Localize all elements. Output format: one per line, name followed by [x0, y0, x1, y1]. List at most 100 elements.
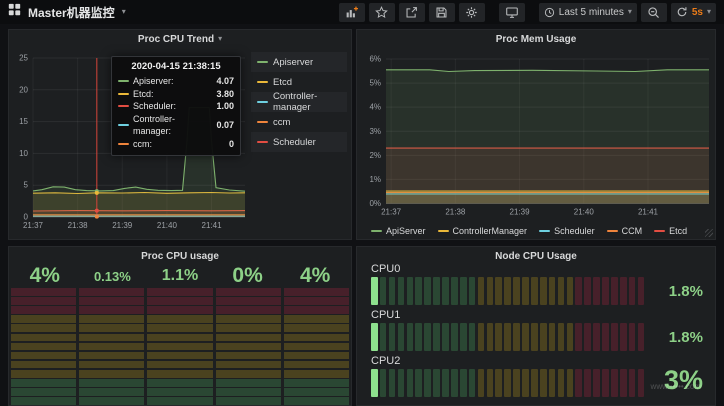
share-button[interactable]: [399, 3, 425, 22]
refresh-interval-label[interactable]: 5s: [692, 7, 703, 18]
cpu-bar-cell: [460, 277, 467, 305]
cpu-bar-cell: [389, 277, 396, 305]
cpu-bar-cell: [638, 323, 645, 351]
cpu-bar-cell: [371, 277, 378, 305]
bar-gauge-cell: [216, 343, 281, 351]
svg-text:0%: 0%: [369, 199, 381, 208]
stat-value: 4%: [11, 264, 79, 288]
bar-gauge-cell: [284, 379, 349, 387]
cpu-bar-gauge[interactable]: [371, 369, 648, 397]
cpu-bar-cell: [522, 323, 529, 351]
bar-gauge-cell: [11, 288, 76, 296]
legend-series-dash: [539, 230, 550, 232]
cpu-bar-cell: [593, 369, 600, 397]
cycle-view-button[interactable]: [499, 3, 525, 22]
proc-mem-usage-chart[interactable]: 21:3721:3821:3921:4021:410%1%2%3%4%5%6%: [357, 48, 715, 220]
bar-gauge-cell: [11, 397, 76, 405]
cpu-bar-cell: [593, 323, 600, 351]
cpu-bar-cell: [398, 369, 405, 397]
legend-item-etcd[interactable]: Etcd: [654, 226, 687, 236]
tooltip-series-value: 1.00: [216, 100, 234, 113]
cpu-bar-cell: [584, 323, 591, 351]
panel-proc-cpu-usage: Proc CPU usage 4%0.13%1.1%0%4%: [8, 246, 352, 406]
bar-gauge-cell: [79, 288, 144, 296]
legend-series-dash: [257, 121, 268, 123]
bar-gauge-cell: [147, 288, 212, 296]
tooltip-series-value: 0: [229, 138, 234, 151]
cpu-bar-cell: [442, 369, 449, 397]
cpu-bar-cell: [451, 323, 458, 351]
cpu-bar-cell: [540, 323, 547, 351]
bar-gauge-cell: [284, 288, 349, 296]
settings-button[interactable]: [459, 3, 485, 22]
cpu-bar-cell: [398, 323, 405, 351]
bar-gauge-cell: [284, 361, 349, 369]
star-button[interactable]: [369, 3, 395, 22]
stat-value: 0.13%: [79, 264, 147, 288]
chevron-down-icon[interactable]: ▾: [122, 8, 126, 16]
cpu-bar-gauge[interactable]: [371, 277, 648, 305]
cpu-bar-cell: [469, 277, 476, 305]
save-button[interactable]: [429, 3, 455, 22]
svg-text:21:37: 21:37: [23, 221, 44, 230]
legend-item-apiserver[interactable]: ApiServer: [371, 226, 426, 236]
cpu-bar-cell: [504, 369, 511, 397]
cpu-bar-cell: [487, 277, 494, 305]
bar-gauge-cell: [11, 370, 76, 378]
refresh-button[interactable]: 5s ▾: [671, 3, 716, 22]
panel-title-proc-cpu-usage[interactable]: Proc CPU usage: [9, 247, 351, 265]
legend-series-dash: [257, 81, 268, 83]
cpu-bar-cell: [487, 369, 494, 397]
cpu-bar-cell: [478, 369, 485, 397]
cpu-bar-cell: [407, 323, 414, 351]
bar-gauge-cell: [216, 288, 281, 296]
cpu-bar-cell: [495, 369, 502, 397]
svg-text:3%: 3%: [369, 127, 381, 136]
tooltip-row: Controller-manager:0.07: [118, 113, 234, 138]
bar-gauge-column: [284, 288, 349, 405]
cpu-value: 1.8%: [669, 329, 703, 346]
cpu-bar-cell: [522, 369, 529, 397]
legend-item-scheduler[interactable]: Scheduler: [251, 132, 347, 152]
bar-gauge-cell: [79, 379, 144, 387]
chevron-down-icon[interactable]: ▾: [707, 8, 711, 16]
bar-gauge-cell: [147, 370, 212, 378]
tooltip-series-dash: [118, 124, 129, 126]
cpu-bar-gauge[interactable]: [371, 323, 648, 351]
cpu-row-cpu1: CPU11.8%: [371, 309, 705, 351]
time-range-button[interactable]: Last 5 minutes ▾: [539, 3, 637, 22]
legend-item-controller-manager[interactable]: Controller-manager: [251, 92, 347, 112]
svg-text:2%: 2%: [369, 151, 381, 160]
panel-title-proc-mem-usage[interactable]: Proc Mem Usage: [357, 30, 715, 48]
svg-text:4%: 4%: [369, 103, 381, 112]
panel-title-proc-cpu-trend[interactable]: Proc CPU Trend ▾: [9, 30, 351, 48]
dashboard-title[interactable]: Master机器监控: [28, 4, 115, 21]
bar-gauge-cell: [79, 370, 144, 378]
cpu-row-cpu0: CPU01.8%: [371, 263, 705, 305]
panel-resize-handle[interactable]: [705, 229, 713, 237]
legend-item-apiserver[interactable]: Apiserver: [251, 52, 347, 72]
legend-item-controllermanager[interactable]: ControllerManager: [438, 226, 528, 236]
add-panel-button[interactable]: [339, 3, 365, 22]
bar-gauge-cell: [11, 352, 76, 360]
tooltip-series-value: 4.07: [216, 75, 234, 88]
bar-gauge-cell: [11, 388, 76, 396]
cpu-value: 3%: [664, 365, 703, 396]
bar-gauge-cell: [79, 343, 144, 351]
svg-text:6%: 6%: [369, 55, 381, 64]
zoom-out-button[interactable]: [641, 3, 667, 22]
legend-series-label: Scheduler: [554, 226, 595, 236]
bar-gauge-cell: [147, 352, 212, 360]
svg-text:21:40: 21:40: [157, 221, 178, 230]
tooltip-series-value: 3.80: [216, 88, 234, 101]
tooltip-series-name: Scheduler:: [133, 100, 212, 113]
bar-gauge-cell: [79, 297, 144, 305]
legend-item-ccm[interactable]: ccm: [251, 112, 347, 132]
legend-item-etcd[interactable]: Etcd: [251, 72, 347, 92]
panel-title-node-cpu-usage[interactable]: Node CPU Usage: [357, 247, 715, 265]
svg-text:21:38: 21:38: [68, 221, 89, 230]
tooltip-series-name: ccm:: [133, 138, 225, 151]
legend-item-ccm[interactable]: CCM: [607, 226, 643, 236]
bar-gauge-cell: [147, 343, 212, 351]
legend-item-scheduler[interactable]: Scheduler: [539, 226, 595, 236]
